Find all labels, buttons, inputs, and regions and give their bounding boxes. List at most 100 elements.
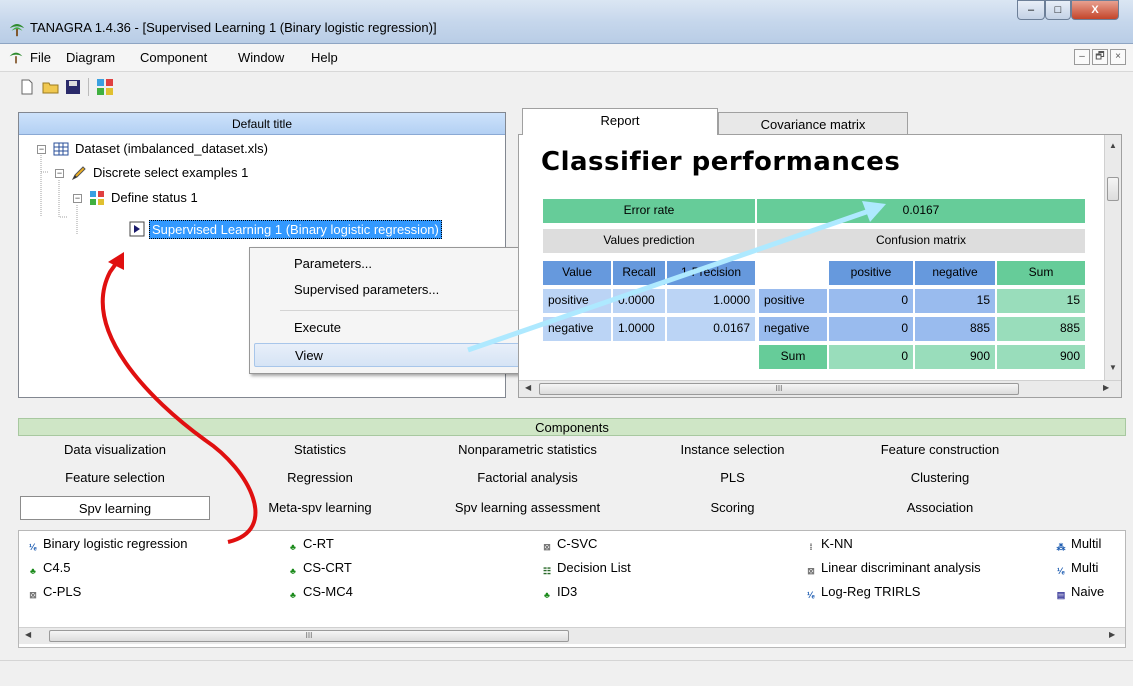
cm-sum-cell: 15 [997,289,1085,313]
values-prediction-header: Values prediction [543,229,755,253]
component-item[interactable]: ♣ C4.5 [25,559,70,578]
comp-tab-clustering[interactable]: Clustering [835,466,1045,490]
comp-tab-statistics[interactable]: Statistics [220,438,420,462]
comp-tab-factorial-analysis[interactable]: Factorial analysis [425,466,630,490]
tree-icon: ♣ [290,542,296,552]
component-item[interactable]: ♣ CS-MC4 [285,583,353,602]
tab-report[interactable]: Report [522,108,718,135]
ctx-view[interactable]: View [254,343,525,367]
vp-1-precision: 0.0167 [667,317,755,341]
scroll-right-icon[interactable]: ▶ [1103,383,1109,392]
close-button[interactable]: X [1071,0,1119,20]
component-item[interactable]: ⁞ K-NN [803,535,853,554]
report-vertical-scrollbar[interactable]: ▲ ▼ [1104,135,1121,380]
maximize-button[interactable]: □ [1045,0,1071,20]
status-bar [0,660,1133,686]
cm-header-negative: negative [915,261,995,285]
component-item[interactable]: ⊠ C-PLS [25,583,81,602]
supervised-learning-icon [129,221,145,237]
cm-header-positive: positive [829,261,913,285]
scroll-right-icon[interactable]: ▶ [1109,630,1115,639]
comp-tab-instance-selection[interactable]: Instance selection [630,438,835,462]
scroll-thumb[interactable] [1107,177,1119,201]
new-file-icon[interactable] [18,78,36,96]
error-rate-label: Error rate [543,199,755,223]
scroll-thumb[interactable]: III [539,383,1019,395]
component-label: C-RT [303,536,334,551]
vp-row-label: positive [543,289,611,313]
cm-sum-cell: 900 [915,345,995,369]
component-item[interactable]: ♣ C-RT [285,535,334,554]
scroll-thumb[interactable]: III [49,630,569,642]
tree-node-define-status[interactable]: Define status 1 [111,190,198,205]
comp-tab-regression[interactable]: Regression [220,466,420,490]
report-horizontal-scrollbar[interactable]: ◀ III ▶ [519,380,1121,397]
ctx-supervised-parameters[interactable]: Supervised parameters... [254,278,525,302]
menu-bar: File Diagram Component Window Help – 🗗 × [0,44,1133,72]
component-item[interactable]: ⁂ Multil [1053,535,1102,554]
tab-covariance-matrix[interactable]: Covariance matrix [718,112,908,136]
component-item[interactable]: ¹⁄ₑ Binary logistic regression [25,535,187,554]
menu-help[interactable]: Help [311,50,338,65]
component-list: ¹⁄ₑ Binary logistic regression ♣ C-RT ⊠ C-S… [18,530,1126,648]
ctx-execute[interactable]: Execute [254,316,525,340]
comp-tab-feature-construction[interactable]: Feature construction [835,438,1045,462]
vp-header-recall: Recall [613,261,665,285]
scroll-up-icon[interactable]: ▲ [1109,141,1117,150]
comp-tab-association[interactable]: Association [835,496,1045,520]
collapse-toggle[interactable]: − [73,194,82,203]
diagram-title: Default title [19,113,505,135]
components-icon[interactable] [96,78,114,96]
vp-header-value: Value [543,261,611,285]
open-folder-icon[interactable] [42,78,60,96]
menu-file[interactable]: File [30,50,51,65]
menu-window[interactable]: Window [238,50,284,65]
tree-node-supervised-learning[interactable]: Supervised Learning 1 (Binary logistic r… [149,220,442,239]
scroll-left-icon[interactable]: ◀ [525,383,531,392]
comp-tab-nonparametric-statistics[interactable]: Nonparametric statistics [425,438,630,462]
cm-cell: 15 [915,289,995,313]
save-icon[interactable] [64,78,82,96]
component-item[interactable]: ¹⁄ₑ Multi [1053,559,1098,578]
ctx-parameters[interactable]: Parameters... [254,252,525,276]
confusion-matrix-header: Confusion matrix [757,229,1085,253]
component-label: Naive [1071,584,1105,599]
knn-icon: ⁞ [809,542,813,552]
components-header: Components [18,418,1126,436]
mdi-close-button[interactable]: × [1110,49,1126,65]
component-item[interactable]: ♣ CS-CRT [285,559,352,578]
naive-bayes-icon: ▤ [1056,590,1066,600]
collapse-toggle[interactable]: − [37,145,46,154]
comp-tab-spv-learning-assessment[interactable]: Spv learning assessment [425,496,630,520]
tree-node-discrete-select[interactable]: Discrete select examples 1 [93,165,248,180]
svm-icon: ⊠ [543,542,551,552]
scroll-left-icon[interactable]: ◀ [25,630,31,639]
component-horizontal-scrollbar[interactable]: ◀ III ▶ [19,627,1125,644]
collapse-toggle[interactable]: − [55,169,64,178]
component-item[interactable]: ¹⁄ₑ Log-Reg TRIRLS [803,583,920,602]
comp-tab-meta-spv-learning[interactable]: Meta-spv learning [220,496,420,520]
mdi-minimize-button[interactable]: – [1074,49,1090,65]
menu-diagram[interactable]: Diagram [66,50,115,65]
component-item[interactable]: ♣ ID3 [539,583,577,602]
cm-row-label: positive [759,289,827,313]
tree-icon: ♣ [30,566,36,576]
menu-component[interactable]: Component [140,50,207,65]
scroll-down-icon[interactable]: ▼ [1109,363,1117,372]
comp-tab-spv-learning[interactable]: Spv learning [20,496,210,520]
minimize-button[interactable]: – [1017,0,1045,20]
component-item[interactable]: ▤ Naive [1053,583,1105,602]
comp-tab-pls[interactable]: PLS [630,466,835,490]
component-label: C-SVC [557,536,598,551]
component-label: Linear discriminant analysis [821,560,981,575]
logistic-icon: ¹⁄ₑ [1057,566,1065,576]
tree-node-dataset[interactable]: Dataset (imbalanced_dataset.xls) [75,141,268,156]
component-item[interactable]: ☷ Decision List [539,559,631,578]
mdi-restore-button[interactable]: 🗗 [1092,49,1108,65]
comp-tab-feature-selection[interactable]: Feature selection [20,466,210,490]
multilayer-icon: ⁂ [1056,542,1066,552]
component-item[interactable]: ⊠ C-SVC [539,535,597,554]
component-item[interactable]: ⊠ Linear discriminant analysis [803,559,981,578]
comp-tab-data-visualization[interactable]: Data visualization [20,438,210,462]
comp-tab-scoring[interactable]: Scoring [630,496,835,520]
